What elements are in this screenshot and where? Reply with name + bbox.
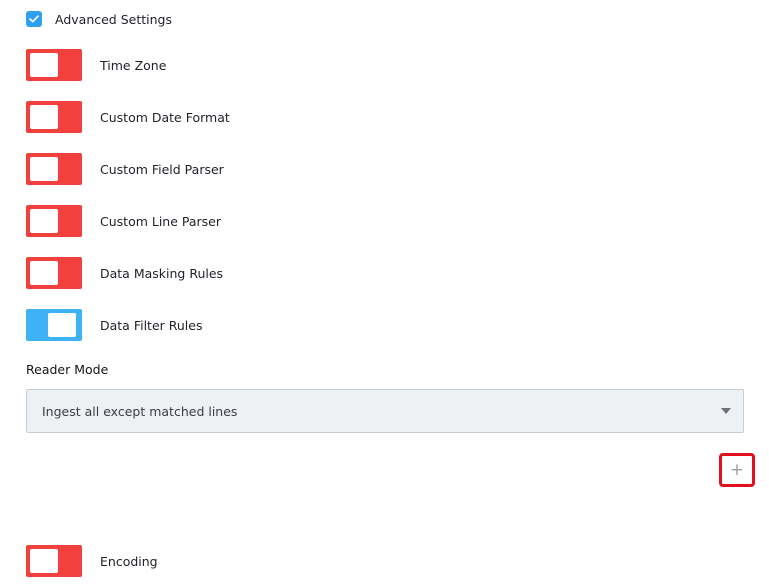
- toggle-knob: [48, 313, 76, 337]
- reader-mode-selected-value: Ingest all except matched lines: [42, 403, 238, 419]
- data-filter-rules-toggle[interactable]: [26, 309, 82, 341]
- toggle-knob: [30, 549, 58, 573]
- custom-field-parser-toggle[interactable]: [26, 153, 82, 185]
- advanced-settings-panel: Advanced Settings Time Zone Custom Date …: [0, 0, 769, 587]
- toggle-knob: [30, 105, 58, 129]
- custom-line-parser-toggle[interactable]: [26, 205, 82, 237]
- encoding-toggle[interactable]: [26, 545, 82, 577]
- toggle-knob: [30, 157, 58, 181]
- custom-date-format-toggle[interactable]: [26, 101, 82, 133]
- toggle-row-encoding: Encoding: [26, 545, 158, 577]
- custom-date-format-label: Custom Date Format: [100, 109, 230, 125]
- toggle-row-custom-line-parser: Custom Line Parser: [26, 205, 221, 237]
- custom-field-parser-label: Custom Field Parser: [100, 161, 224, 177]
- reader-mode-select[interactable]: Ingest all except matched lines: [26, 389, 744, 433]
- toggle-row-custom-field-parser: Custom Field Parser: [26, 153, 224, 185]
- toggle-knob: [30, 53, 58, 77]
- checkmark-icon: [29, 15, 39, 23]
- data-filter-rules-label: Data Filter Rules: [100, 317, 203, 333]
- toggle-row-data-filter-rules: Data Filter Rules: [26, 309, 202, 341]
- chevron-down-icon: [721, 408, 731, 414]
- toggle-knob: [30, 209, 58, 233]
- plus-icon: +: [729, 459, 745, 480]
- toggle-row-data-masking-rules: Data Masking Rules: [26, 257, 223, 289]
- data-masking-rules-toggle[interactable]: [26, 257, 82, 289]
- advanced-settings-row[interactable]: Advanced Settings: [26, 11, 172, 27]
- custom-line-parser-label: Custom Line Parser: [100, 213, 222, 229]
- toggle-row-custom-date-format: Custom Date Format: [26, 101, 230, 133]
- reader-mode-title: Reader Mode: [26, 362, 109, 377]
- time-zone-toggle[interactable]: [26, 49, 82, 81]
- toggle-row-time-zone: Time Zone: [26, 49, 166, 81]
- advanced-settings-label: Advanced Settings: [55, 11, 172, 27]
- add-rule-button[interactable]: +: [719, 453, 755, 487]
- toggle-knob: [30, 261, 58, 285]
- data-masking-rules-label: Data Masking Rules: [100, 265, 224, 281]
- encoding-label: Encoding: [100, 553, 158, 569]
- time-zone-label: Time Zone: [100, 57, 167, 73]
- advanced-settings-checkbox[interactable]: [26, 11, 42, 27]
